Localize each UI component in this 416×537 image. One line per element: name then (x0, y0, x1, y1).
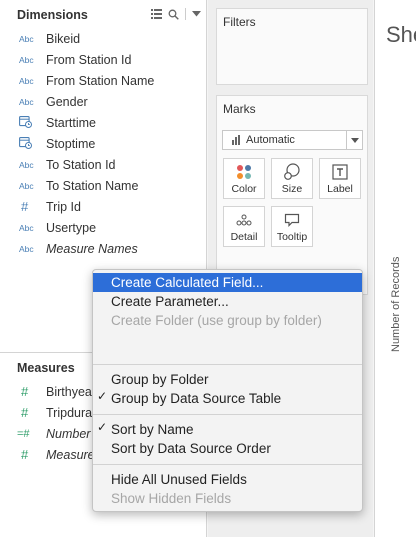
field-gender[interactable]: Abc Gender (0, 91, 207, 112)
tools-divider (185, 8, 186, 20)
automatic-mark-icon (232, 135, 240, 145)
menu-item-create-calculated-field[interactable]: Create Calculated Field... (93, 273, 362, 292)
string-type-icon: Abc (19, 54, 34, 65)
dimensions-header-tools (151, 8, 201, 20)
field-label: To Station Id (46, 157, 116, 172)
menu-item-create-parameter[interactable]: Create Parameter... (93, 292, 362, 311)
menu-item-label: Group by Data Source Table (111, 391, 282, 406)
menu-separator (93, 364, 362, 365)
menu-item-label: Show Hidden Fields (111, 491, 232, 506)
chevron-down-icon[interactable] (346, 131, 362, 149)
field-label: Starttime (46, 115, 97, 130)
menu-item-group-by-data-source-table[interactable]: ✓ Group by Data Source Table (93, 389, 362, 408)
field-label: From Station Id (46, 52, 132, 67)
tooltip-icon (284, 209, 300, 231)
size-icon (283, 161, 301, 183)
field-label: From Station Name (46, 73, 155, 88)
text-label-icon (332, 161, 348, 183)
number-type-icon: # (21, 384, 29, 399)
dimensions-header: Dimensions (0, 2, 207, 28)
color-button[interactable]: Color (223, 158, 265, 199)
string-type-icon: Abc (19, 159, 34, 170)
field-label: Gender (46, 94, 88, 109)
string-type-icon: Abc (19, 96, 34, 107)
string-type-icon: Abc (19, 75, 34, 86)
calendar-clock-icon (19, 115, 39, 130)
field-usertype[interactable]: Abc Usertype (0, 217, 207, 238)
field-label: To Station Name (46, 178, 139, 193)
calendar-clock-icon (19, 136, 39, 151)
menu-item-label: Create Calculated Field... (111, 275, 264, 290)
filters-card[interactable]: Filters (216, 8, 368, 85)
color-icon (236, 161, 252, 183)
measures-header-label: Measures (17, 361, 75, 375)
menu-separator (93, 414, 362, 415)
field-stoptime[interactable]: Stoptime (0, 133, 207, 154)
menu-item-label: Create Folder (use group by folder) (111, 313, 322, 328)
search-icon[interactable] (168, 9, 179, 20)
string-type-icon: Abc (19, 243, 34, 254)
detail-label: Detail (230, 231, 258, 243)
string-type-icon: Abc (19, 222, 34, 233)
number-type-icon: # (21, 405, 29, 420)
field-label: Bikeid (46, 31, 81, 46)
mark-type-value: Automatic (246, 134, 295, 146)
field-starttime[interactable]: Starttime (0, 112, 207, 133)
view-area: She Number of Records (374, 0, 416, 537)
label-button[interactable]: Label (319, 158, 361, 199)
mark-type-select[interactable]: Automatic (222, 130, 363, 150)
label-label: Label (327, 183, 353, 195)
string-type-icon: Abc (19, 33, 34, 44)
context-menu: Create Calculated Field... Create Parame… (92, 269, 363, 512)
menu-separator (93, 464, 362, 465)
field-label: Measure Names (46, 241, 138, 256)
menu-item-create-folder: Create Folder (use group by folder) (93, 311, 362, 330)
field-label: Stoptime (46, 136, 96, 151)
marks-title: Marks (223, 102, 256, 116)
field-label: Trip Id (46, 199, 81, 214)
color-label: Color (231, 183, 257, 195)
number-type-icon: # (21, 199, 29, 214)
menu-item-hide-all-unused-fields[interactable]: Hide All Unused Fields (93, 470, 362, 489)
checkmark-icon: ✓ (97, 420, 108, 434)
tableau-workspace: Dimensions Abc Bikeid Abc From Station I… (0, 0, 416, 537)
menu-item-sort-by-data-source-order[interactable]: Sort by Data Source Order (93, 439, 362, 458)
field-from-station-name[interactable]: Abc From Station Name (0, 70, 207, 91)
size-button[interactable]: Size (271, 158, 313, 199)
size-label: Size (281, 183, 303, 195)
tooltip-label: Tooltip (276, 231, 308, 243)
chevron-down-icon[interactable] (192, 11, 201, 17)
field-label: Usertype (46, 220, 97, 235)
view-list-icon[interactable] (151, 9, 162, 19)
field-label: Birthyear (46, 384, 97, 399)
menu-item-show-hidden-fields: Show Hidden Fields (93, 489, 362, 508)
field-measure-names[interactable]: Abc Measure Names (0, 238, 207, 259)
filters-title: Filters (223, 15, 256, 29)
menu-item-label: Group by Folder (111, 372, 209, 387)
field-to-station-name[interactable]: Abc To Station Name (0, 175, 207, 196)
field-trip-id[interactable]: # Trip Id (0, 196, 207, 217)
sheet-title[interactable]: She (386, 22, 416, 48)
marks-card: Marks Automatic Color Size Label Detail … (216, 95, 368, 295)
detail-icon (236, 209, 252, 231)
detail-button[interactable]: Detail (223, 206, 265, 247)
menu-item-sort-by-name[interactable]: ✓ Sort by Name (93, 420, 362, 439)
calculated-number-icon: =# (17, 427, 30, 440)
dimensions-header-label: Dimensions (17, 8, 88, 22)
number-type-icon: # (21, 447, 29, 462)
dimensions-list: Abc Bikeid Abc From Station Id Abc From … (0, 28, 207, 259)
checkmark-icon: ✓ (97, 389, 108, 403)
menu-item-label: Hide All Unused Fields (111, 472, 247, 487)
string-type-icon: Abc (19, 180, 34, 191)
menu-item-group-by-folder[interactable]: Group by Folder (93, 370, 362, 389)
menu-item-label: Create Parameter... (111, 294, 229, 309)
field-from-station-id[interactable]: Abc From Station Id (0, 49, 207, 70)
field-to-station-id[interactable]: Abc To Station Id (0, 154, 207, 175)
menu-item-label: Sort by Name (111, 422, 194, 437)
tooltip-button[interactable]: Tooltip (271, 206, 313, 247)
y-axis-label: Number of Records (390, 256, 402, 352)
field-bikeid[interactable]: Abc Bikeid (0, 28, 207, 49)
menu-item-label: Sort by Data Source Order (111, 441, 271, 456)
